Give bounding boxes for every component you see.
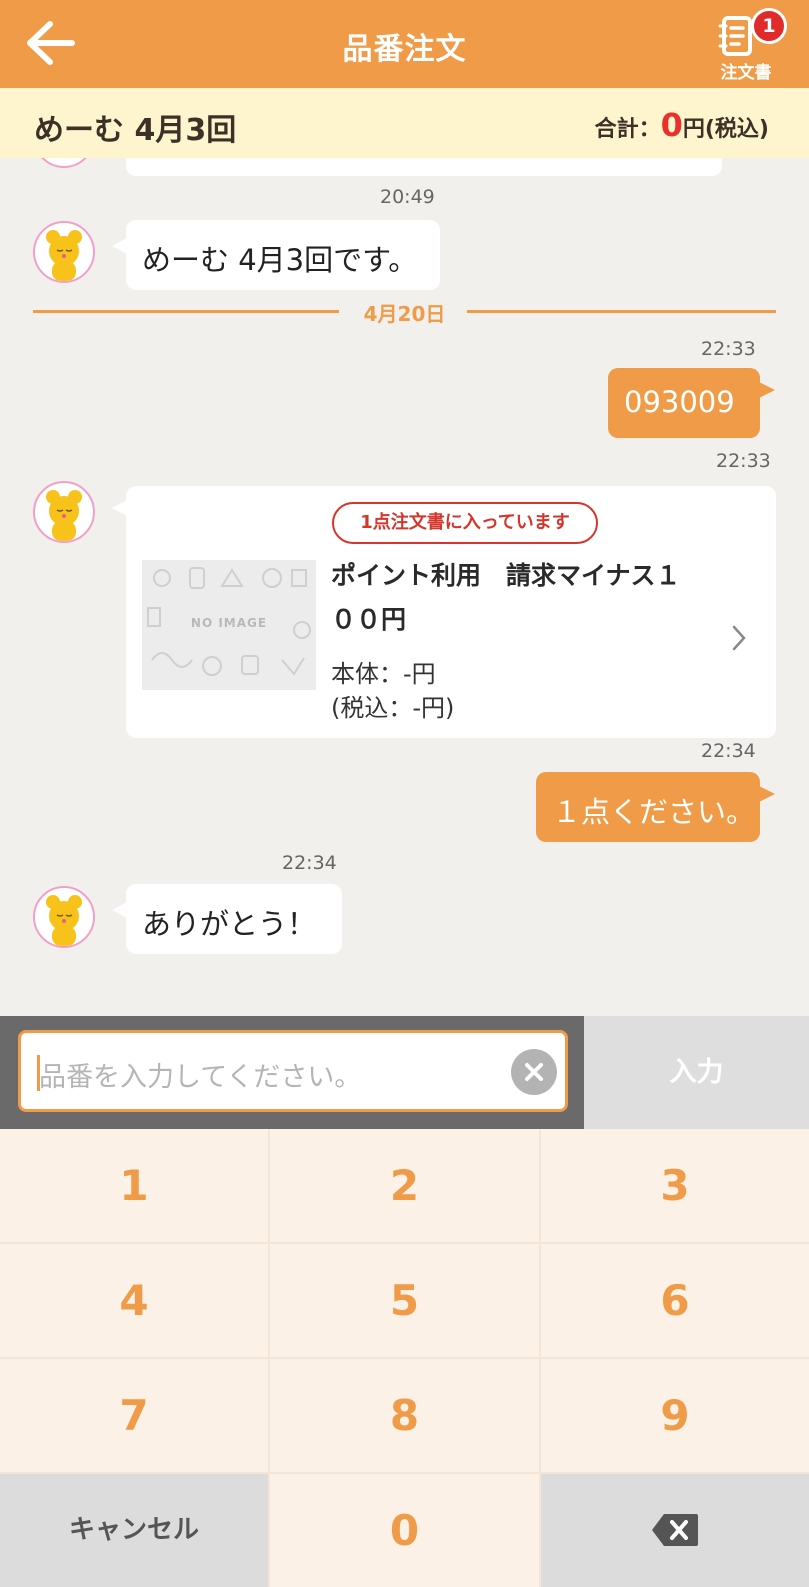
key-5[interactable]: 5	[270, 1244, 539, 1357]
close-icon	[525, 1063, 543, 1081]
order-count-badge: 1	[751, 8, 787, 44]
key-2[interactable]: 2	[270, 1129, 539, 1242]
enter-button[interactable]: 入力	[584, 1016, 809, 1129]
product-number-input[interactable]: 品番を入力してください。	[18, 1030, 568, 1112]
bot-avatar	[33, 481, 95, 543]
user-message-bubble: 093009	[608, 368, 775, 438]
cancel-button[interactable]: キャンセル	[0, 1474, 268, 1587]
input-row: 品番を入力してください。 入力	[0, 1016, 809, 1129]
message-text: 093009	[624, 385, 735, 419]
message-text: １点ください。	[552, 795, 756, 829]
product-name: ポイント利用 請求マイナス１ ００円	[331, 554, 721, 642]
total-prefix: 合計：	[594, 117, 661, 142]
order-summary-bar: めーむ 4月3回 合計：0円(税込)	[0, 88, 809, 158]
app-header: 品番注文 1 注文書	[0, 0, 809, 88]
backspace-icon	[652, 1514, 698, 1546]
clear-input-button[interactable]	[511, 1049, 557, 1095]
message-time: 20:49	[380, 186, 435, 208]
message-time: 22:34	[282, 852, 337, 874]
chevron-right-icon	[732, 625, 746, 651]
total-suffix: 円(税込)	[682, 117, 769, 142]
bot-avatar	[33, 158, 95, 168]
bear-mascot-icon	[46, 895, 82, 946]
order-total: 合計：0円(税込)	[595, 106, 769, 144]
message-time: 22:34	[701, 740, 756, 762]
bear-mascot-icon	[46, 490, 82, 541]
product-image-placeholder: NO IMAGE	[142, 560, 316, 690]
key-6[interactable]: 6	[541, 1244, 809, 1357]
product-card[interactable]: 1点注文書に入っています NO IMAGE ポイント利用 請求マイナス１ ００円…	[112, 486, 776, 738]
no-image-label: NO IMAGE	[190, 616, 268, 630]
key-0[interactable]: 0	[270, 1474, 539, 1587]
bot-message-bubble: ありがとう！	[112, 884, 342, 954]
message-time: 22:33	[716, 450, 771, 472]
key-3[interactable]: 3	[541, 1129, 809, 1242]
key-9[interactable]: 9	[541, 1359, 809, 1472]
message-time: 22:33	[701, 338, 756, 360]
bot-message-bubble: めーむ 4月3回です。	[112, 220, 440, 290]
product-price-body: 本体：-円	[331, 660, 436, 688]
order-form-button[interactable]: 1 注文書	[704, 6, 788, 84]
chat-area[interactable]: 20:49 めーむ 4月3回です。 4月20日 22:33 093009 22:…	[0, 158, 809, 1016]
order-name: めーむ 4月3回	[34, 113, 237, 148]
page-title: 品番注文	[342, 32, 467, 67]
bot-avatar	[33, 886, 95, 948]
backspace-button[interactable]	[541, 1474, 809, 1587]
bear-mascot-icon	[46, 230, 82, 281]
input-placeholder: 品番を入力してください。	[39, 1062, 362, 1093]
message-text: めーむ 4月3回です。	[142, 243, 418, 277]
message-text: ありがとう！	[142, 907, 317, 941]
product-price-tax: (税込：-円)	[331, 694, 455, 722]
key-7[interactable]: 7	[0, 1359, 268, 1472]
bot-avatar	[33, 221, 95, 283]
total-amount: 0	[660, 106, 683, 144]
numeric-keypad: 1 2 3 4 5 6 7 8 9 キャンセル 0	[0, 1129, 809, 1587]
previous-message-bubble	[126, 158, 722, 176]
key-4[interactable]: 4	[0, 1244, 268, 1357]
user-message-bubble: １点ください。	[536, 772, 775, 842]
order-form-label: 注文書	[720, 63, 772, 83]
key-8[interactable]: 8	[270, 1359, 539, 1472]
date-separator: 4月20日	[33, 300, 776, 326]
key-1[interactable]: 1	[0, 1129, 268, 1242]
in-cart-badge: 1点注文書に入っています	[332, 502, 598, 544]
product-name-line1: ポイント利用 請求マイナス１	[331, 561, 681, 590]
product-name-line2: ００円	[331, 605, 407, 634]
